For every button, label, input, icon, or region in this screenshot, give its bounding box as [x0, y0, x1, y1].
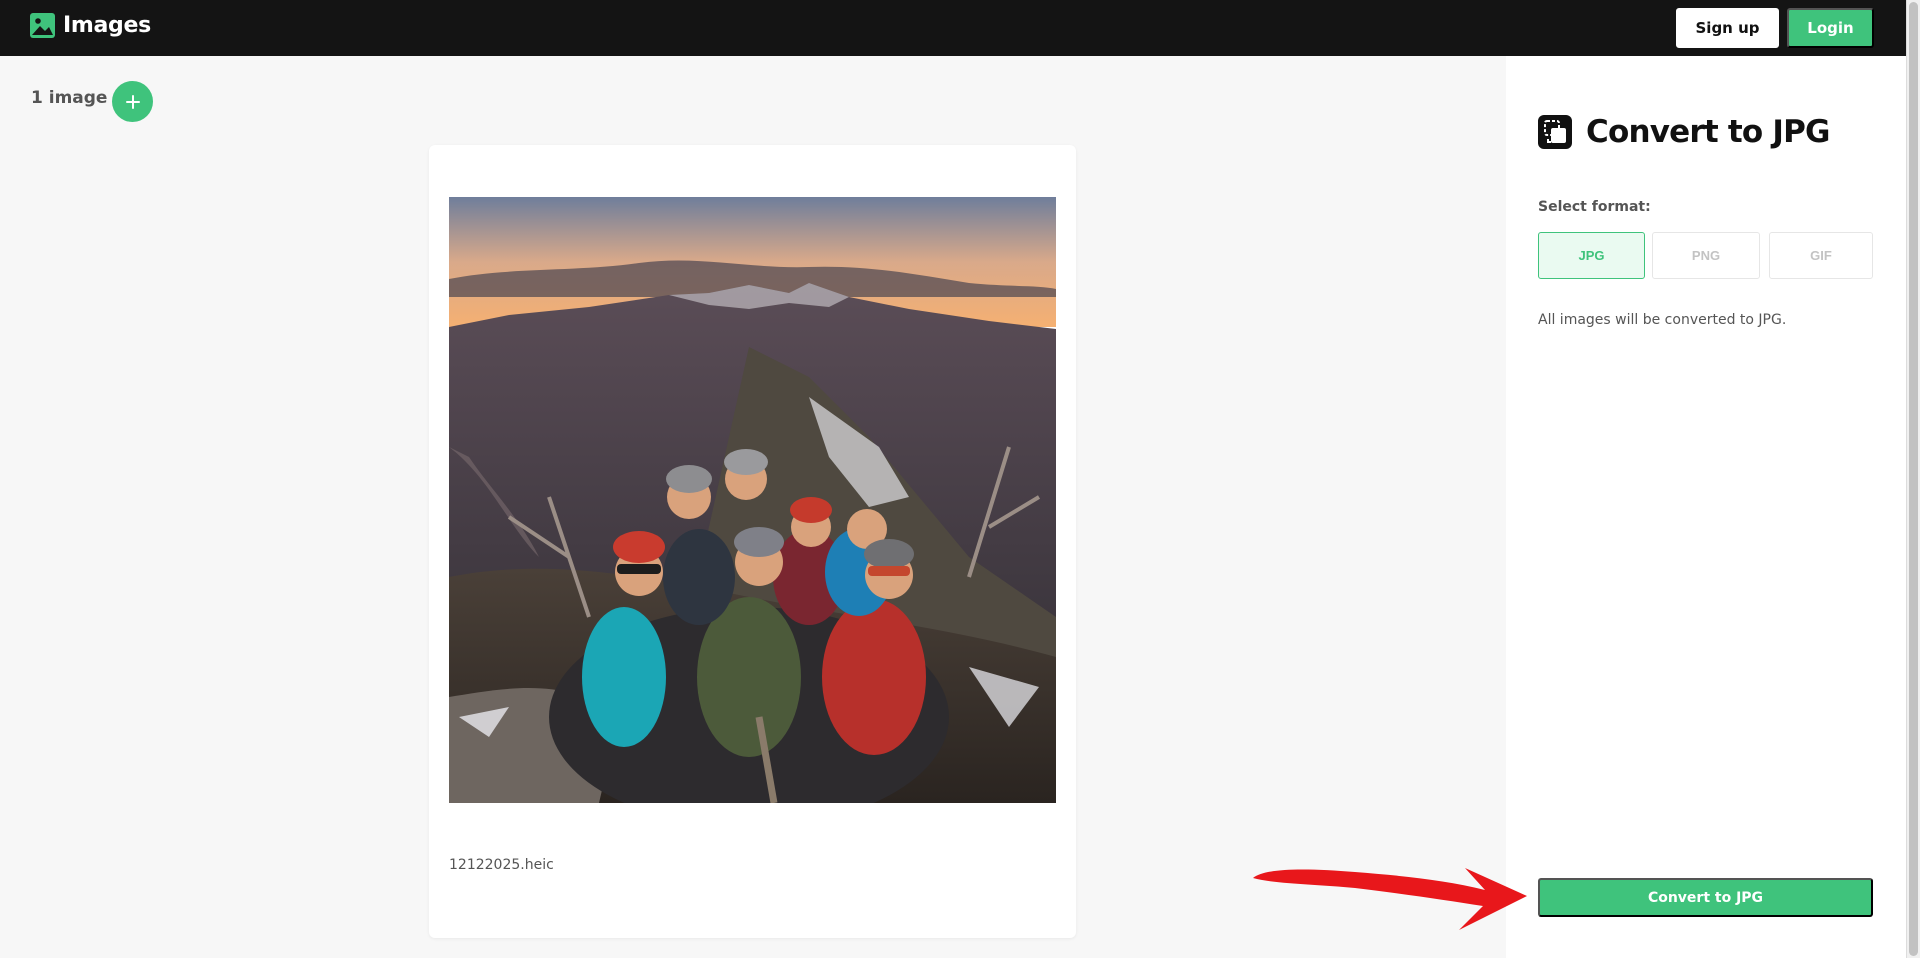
- add-image-button[interactable]: [112, 81, 153, 122]
- format-option-jpg[interactable]: JPG: [1538, 232, 1645, 279]
- photo-preview: [449, 197, 1056, 803]
- panel-header: Convert to JPG: [1538, 114, 1830, 150]
- convert-button[interactable]: Convert to JPG: [1538, 878, 1873, 917]
- scrollbar[interactable]: [1906, 0, 1920, 958]
- plus-icon: [125, 94, 140, 109]
- image-card: 12122025.heic: [429, 145, 1076, 938]
- panel-title: Convert to JPG: [1586, 114, 1830, 150]
- format-option-gif[interactable]: GIF: [1769, 232, 1873, 279]
- red-arrow-annotation: [1253, 868, 1527, 930]
- convert-image-icon: [1538, 115, 1572, 149]
- conversion-note: All images will be converted to JPG.: [1538, 312, 1787, 328]
- image-count: 1 image: [31, 88, 108, 108]
- scrollbar-thumb[interactable]: [1909, 2, 1918, 956]
- brand-name: Images: [63, 13, 151, 38]
- top-bar: Images Sign up Login: [0, 0, 1920, 56]
- login-button[interactable]: Login: [1787, 8, 1874, 48]
- file-name: 12122025.heic: [449, 857, 554, 873]
- image-thumbnail[interactable]: [449, 197, 1056, 803]
- format-label: Select format:: [1538, 199, 1651, 215]
- image-icon: [30, 13, 55, 38]
- format-option-png[interactable]: PNG: [1652, 232, 1760, 279]
- settings-panel: Convert to JPG Select format: JPG PNG GI…: [1506, 56, 1906, 958]
- sign-up-button[interactable]: Sign up: [1676, 8, 1779, 48]
- brand-logo[interactable]: Images: [30, 13, 151, 38]
